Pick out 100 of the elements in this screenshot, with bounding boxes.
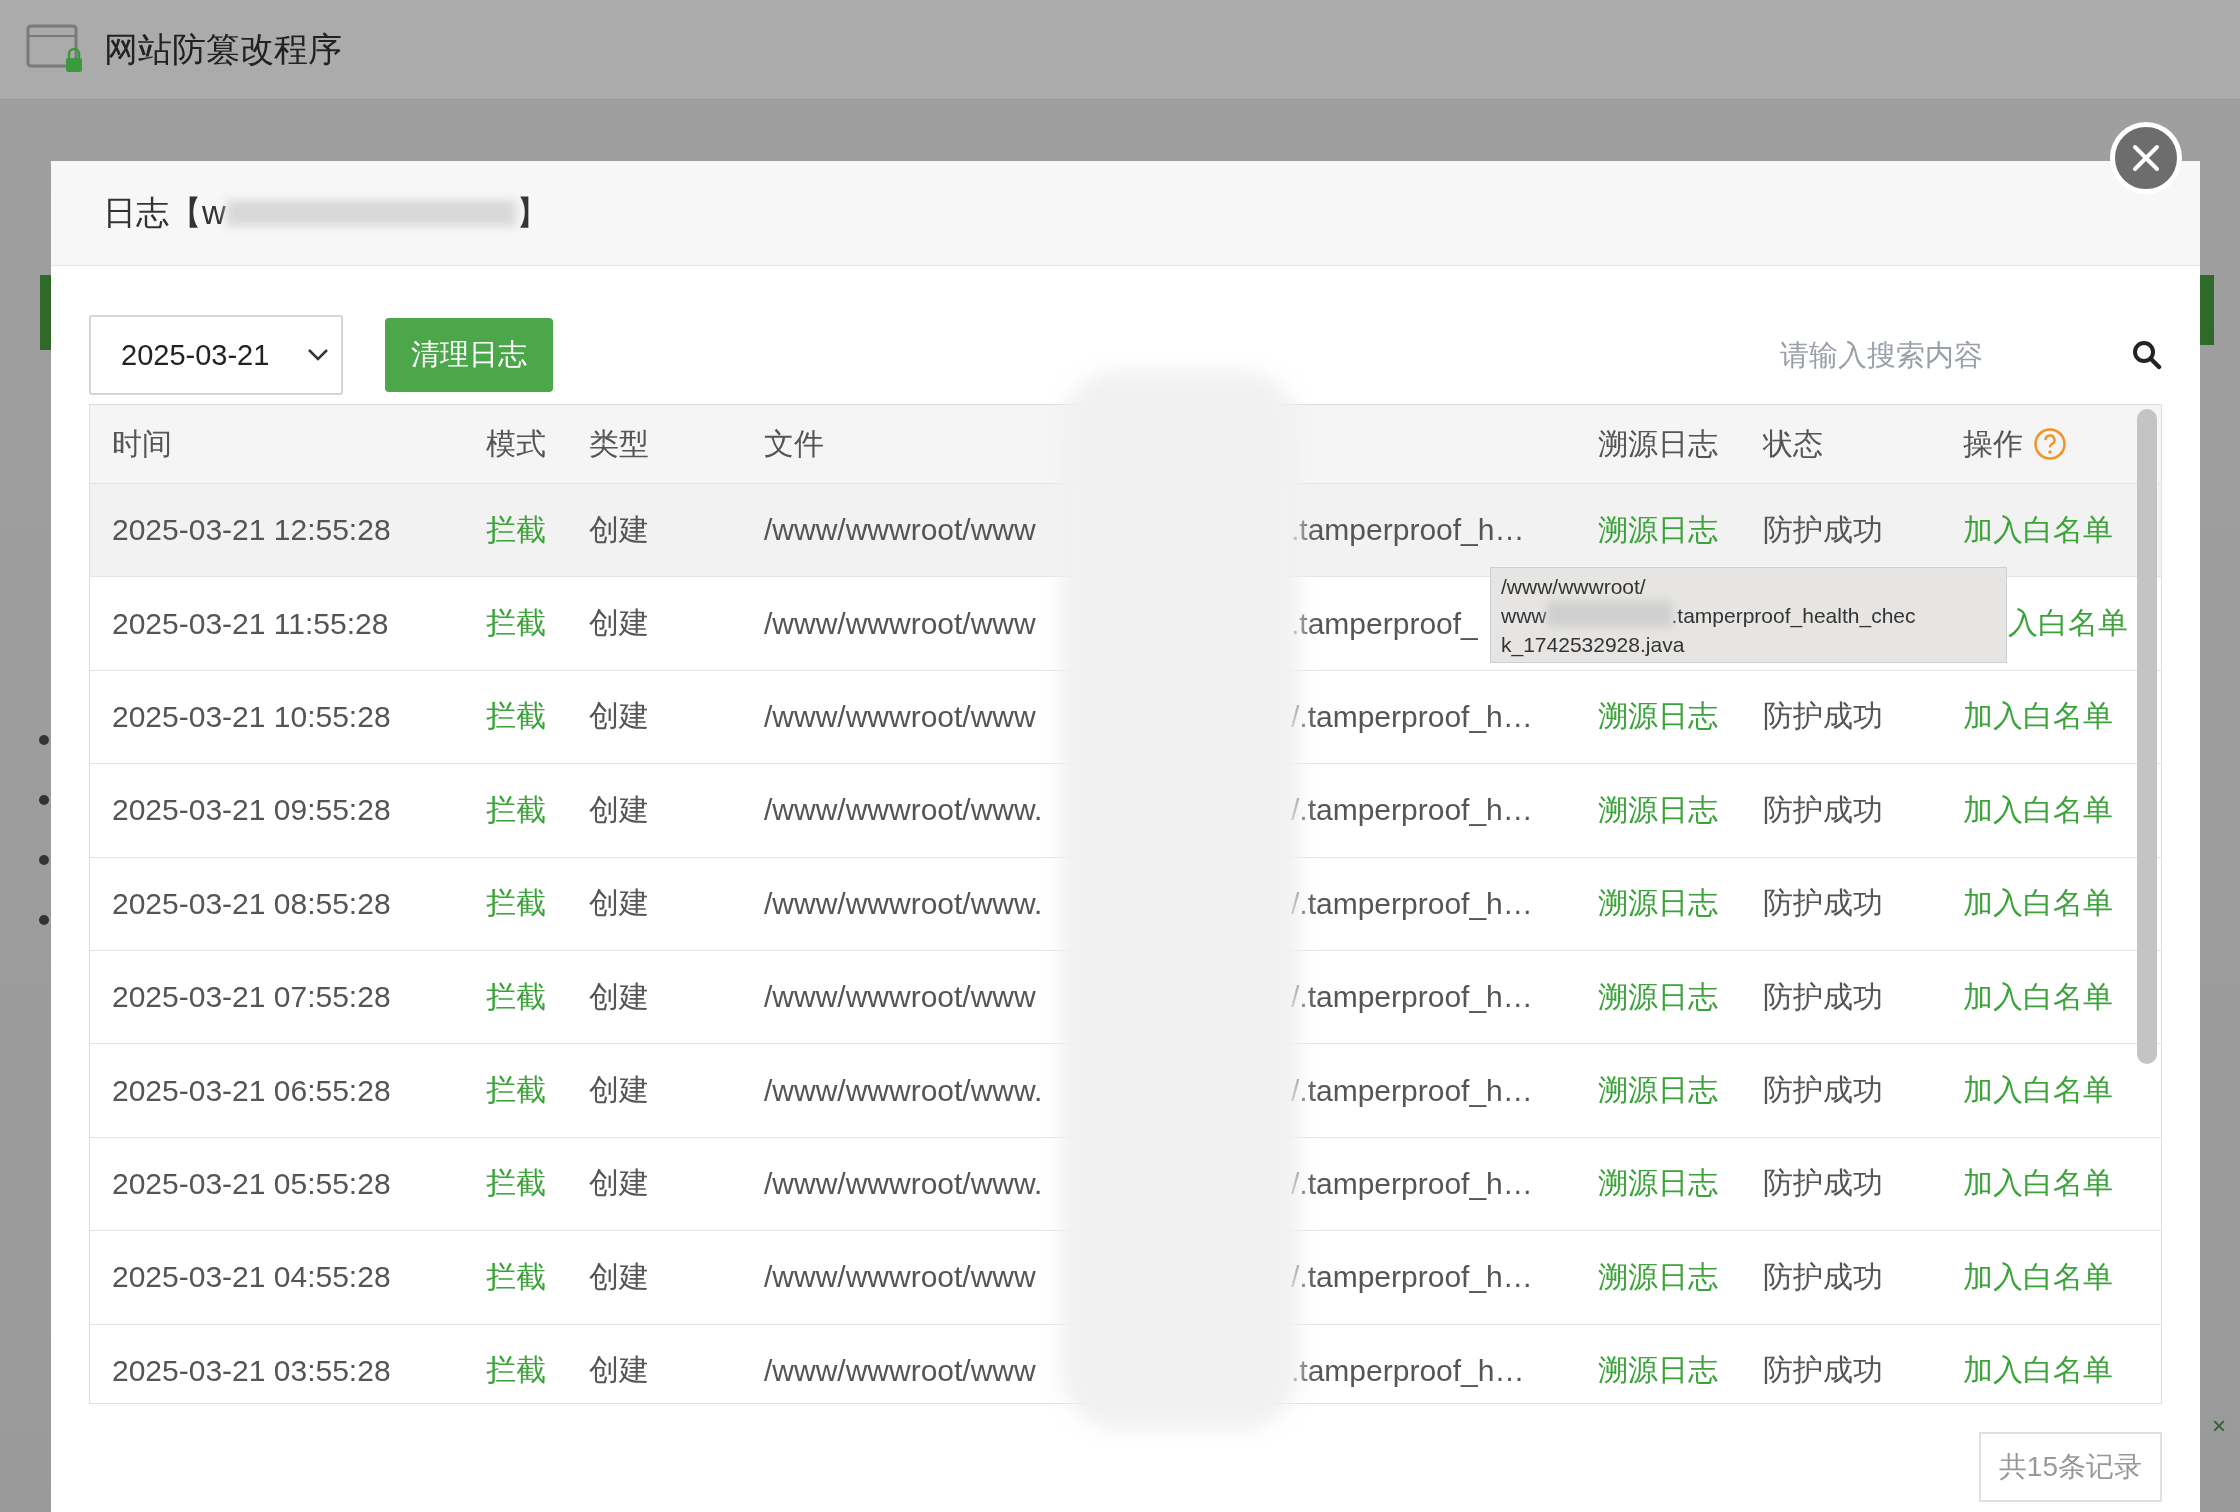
file-path: /.tamperproof_h… bbox=[1291, 1260, 1533, 1295]
whitelist-link[interactable]: 加入白名单 bbox=[1963, 696, 2161, 738]
trace-log-link[interactable]: 溯源日志 bbox=[1598, 1350, 1763, 1392]
file-path: /www/wwwroot/www bbox=[764, 1260, 1036, 1294]
trace-log-link[interactable]: 溯源日志 bbox=[1598, 509, 1763, 551]
mode-cell-text: 拦截 bbox=[486, 511, 547, 548]
time-cell-text: 2025-03-21 07:55:28 bbox=[112, 980, 392, 1015]
whitelist-link[interactable]: 入白名单 bbox=[2008, 603, 2161, 645]
clear-log-button[interactable]: 清理日志 bbox=[385, 318, 553, 392]
whitelist-link[interactable]: 加入白名单 bbox=[1963, 1070, 2161, 1112]
type-cell-text: 创建 bbox=[589, 511, 650, 548]
mode-cell-text: 拦截 bbox=[486, 791, 547, 828]
whitelist-link[interactable]: 加入白名单 bbox=[1963, 883, 2161, 925]
file-path: /www/wwwroot/www bbox=[764, 606, 1036, 640]
status-cell-text: 防护成功 bbox=[1763, 698, 1884, 735]
whitelist-link[interactable]: 加入白名单 bbox=[1963, 789, 2161, 831]
file-path: /www/wwwroot/www bbox=[764, 699, 1036, 733]
column-header: 文件 bbox=[764, 425, 825, 462]
type-cell-text: 创建 bbox=[589, 1352, 650, 1389]
mode-cell-text: 拦截 bbox=[486, 978, 547, 1015]
time-cell-text: 2025-03-21 05:55:28 bbox=[112, 1166, 392, 1201]
type-cell-text: 创建 bbox=[589, 698, 650, 735]
tooltip-text: www bbox=[1501, 603, 1547, 629]
search-icon[interactable] bbox=[2132, 340, 2162, 370]
whitelist-link[interactable]: 加入白名单 bbox=[1963, 509, 2161, 551]
time-cell-text: 2025-03-21 12:55:28 bbox=[112, 513, 392, 548]
trace-log-link[interactable]: 溯源日志 bbox=[1598, 1256, 1763, 1298]
trace-log-link[interactable]: 溯源日志 bbox=[1598, 1070, 1763, 1112]
status-cell-text: 防护成功 bbox=[1763, 978, 1884, 1015]
file-path: /www/wwwroot/www bbox=[764, 1353, 1036, 1387]
column-header: 状态 bbox=[1763, 425, 1824, 462]
bullet-dot bbox=[39, 735, 49, 745]
type-cell-text: 创建 bbox=[589, 791, 650, 828]
column-header: 模式 bbox=[486, 425, 547, 462]
column-header: 溯源日志 bbox=[1598, 425, 1719, 462]
status-cell-text: 防护成功 bbox=[1763, 791, 1884, 828]
bullet-dot bbox=[39, 855, 49, 865]
type-cell-text: 创建 bbox=[589, 978, 650, 1015]
mode-cell-text: 拦截 bbox=[486, 1165, 547, 1202]
whitelist-link[interactable]: 加入白名单 bbox=[1963, 1350, 2161, 1392]
mode-cell-text: 拦截 bbox=[486, 1072, 547, 1109]
app-title: 网站防篡改程序 bbox=[104, 28, 342, 70]
record-count: 共15条记录 bbox=[1978, 1432, 2162, 1502]
tooltip-text: /www/wwwroot/ bbox=[1501, 574, 1647, 600]
status-cell-text: 防护成功 bbox=[1763, 1258, 1884, 1295]
file-path: /.tamperproof_h… bbox=[1291, 1166, 1533, 1201]
time-cell-text: 2025-03-21 03:55:28 bbox=[112, 1353, 392, 1388]
mode-cell-text: 拦截 bbox=[486, 885, 547, 922]
trace-log-link[interactable]: 溯源日志 bbox=[1598, 976, 1763, 1018]
column-header: 类型 bbox=[589, 425, 650, 462]
dialog-title: 】 bbox=[515, 192, 549, 233]
file-path: /.tamperproof_h… bbox=[1291, 699, 1533, 734]
status-cell-text: 防护成功 bbox=[1763, 1072, 1884, 1109]
type-cell-text: 创建 bbox=[589, 1165, 650, 1202]
type-cell-text: 创建 bbox=[589, 1072, 650, 1109]
file-path: /www/wwwroot/www. bbox=[764, 886, 1043, 920]
type-cell-text: 创建 bbox=[589, 885, 650, 922]
status-cell-text: 防护成功 bbox=[1763, 1352, 1884, 1389]
time-cell-text: 2025-03-21 09:55:28 bbox=[112, 793, 392, 828]
file-path: /.tamperproof_h… bbox=[1291, 1073, 1533, 1108]
trace-log-link[interactable]: 溯源日志 bbox=[1598, 883, 1763, 925]
date-select[interactable]: 2025-03-21 bbox=[89, 315, 343, 395]
chevron-down-icon bbox=[307, 348, 329, 362]
file-path: /www/wwwroot/www. bbox=[764, 793, 1043, 827]
file-path: /www/wwwroot/www. bbox=[764, 1166, 1043, 1200]
whitelist-link[interactable]: 加入白名单 bbox=[1963, 1256, 2161, 1298]
file-path: .tamperproof_h… bbox=[1291, 513, 1525, 548]
whitelist-link[interactable]: 加入白名单 bbox=[1963, 976, 2161, 1018]
whitelist-link[interactable]: 加入白名单 bbox=[1963, 1163, 2161, 1205]
status-cell-text: 防护成功 bbox=[1763, 511, 1884, 548]
mode-cell-text: 拦截 bbox=[486, 605, 547, 642]
file-path: /.tamperproof_h… bbox=[1291, 793, 1533, 828]
background-button-edge bbox=[2200, 275, 2214, 345]
file-path: .tamperproof_h… bbox=[1291, 1353, 1525, 1388]
type-cell-text: 创建 bbox=[589, 605, 650, 642]
time-cell-text: 2025-03-21 11:55:28 bbox=[112, 606, 390, 641]
time-cell-text: 2025-03-21 08:55:28 bbox=[112, 886, 392, 921]
bullet-dot bbox=[39, 795, 49, 805]
trace-log-link[interactable]: 溯源日志 bbox=[1598, 789, 1763, 831]
scrollbar[interactable] bbox=[2137, 409, 2157, 1064]
background-close[interactable]: × bbox=[2212, 1412, 2226, 1440]
time-cell-text: 2025-03-21 10:55:28 bbox=[112, 699, 392, 734]
mode-cell-text: 拦截 bbox=[486, 698, 547, 735]
dialog-title: 日志【w bbox=[103, 192, 226, 233]
file-path: .tamperproof_ bbox=[1291, 606, 1478, 641]
tooltip-text: .tamperproof_health_chec bbox=[1671, 603, 1916, 630]
mode-cell-text: 拦截 bbox=[486, 1258, 547, 1295]
time-cell-text: 2025-03-21 04:55:28 bbox=[112, 1260, 392, 1295]
column-header: 操作 bbox=[1963, 425, 2023, 462]
status-cell-text: 防护成功 bbox=[1763, 885, 1884, 922]
file-path: /www/wwwroot/www bbox=[764, 513, 1036, 547]
time-cell-text: 2025-03-21 06:55:28 bbox=[112, 1073, 392, 1108]
trace-log-link[interactable]: 溯源日志 bbox=[1598, 696, 1763, 738]
trace-log-link[interactable]: 溯源日志 bbox=[1598, 1163, 1763, 1205]
column-header: 时间 bbox=[112, 425, 173, 462]
close-icon bbox=[2131, 143, 2161, 173]
file-path: /www/wwwroot/www bbox=[764, 980, 1036, 1014]
file-path: /.tamperproof_h… bbox=[1291, 886, 1533, 921]
bullet-dot bbox=[39, 915, 49, 925]
search-field[interactable]: 请输入搜索内容 bbox=[1778, 324, 2082, 386]
